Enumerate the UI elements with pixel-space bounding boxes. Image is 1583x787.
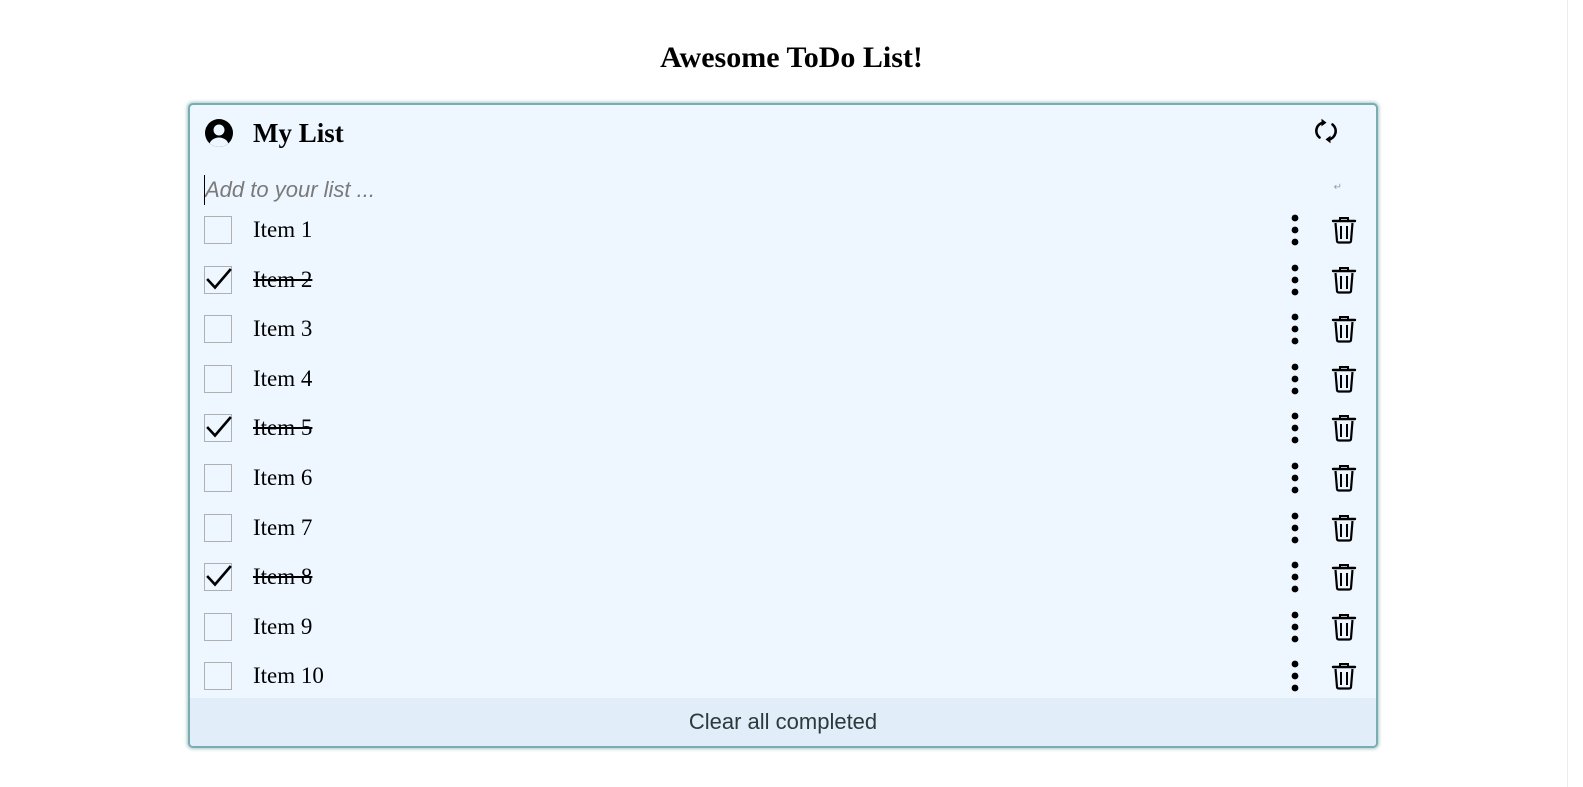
trash-icon [1331,365,1357,393]
todo-item-label: Item 3 [253,316,313,342]
delete-item-button[interactable] [1329,314,1359,344]
todo-checkbox[interactable] [204,414,232,443]
todo-item-label: Item 8 [253,564,313,590]
todo-item-label: Item 10 [253,663,324,689]
todo-item-label: Item 7 [253,514,313,540]
trash-icon [1331,415,1357,442]
list-name: My List [253,118,344,148]
clear-completed-label: Clear all completed [688,709,878,734]
item-options-button[interactable] [1285,660,1305,692]
todo-item: Item 5 [190,404,1376,454]
todo-item: Item 2 [190,256,1376,306]
todo-checkbox[interactable] [204,364,232,393]
todo-checkbox[interactable] [204,463,232,492]
todo-item: Item 4 [190,355,1376,405]
todo-item-label: Item 2 [253,266,313,292]
todo-item-label: Item 9 [253,613,313,639]
vertical-ellipsis-icon [1291,512,1299,543]
todo-item: Item 8 [190,553,1376,603]
vertical-ellipsis-icon [1291,214,1299,246]
todo-item: Item 10 [190,652,1376,702]
delete-item-button[interactable] [1329,413,1359,443]
delete-item-button[interactable] [1329,364,1359,394]
todo-checkbox[interactable] [204,265,232,294]
vertical-ellipsis-icon [1291,611,1299,643]
todo-item-label: Item 6 [253,464,313,490]
vertical-ellipsis-icon [1291,412,1299,444]
refresh-icon [1315,118,1337,144]
todo-list: Item 1 Item 2 Item 3 Item 4 Item 5 Item 6 Item… [190,206,1376,702]
delete-item-button[interactable] [1329,513,1359,543]
item-options-button[interactable] [1285,412,1305,444]
vertical-ellipsis-icon [1291,561,1299,593]
todo-item: Item 7 [190,504,1376,554]
trash-icon [1331,564,1357,591]
todo-item-label: Item 5 [253,415,313,441]
item-options-button[interactable] [1285,462,1305,494]
trash-icon [1331,464,1357,492]
item-options-button[interactable] [1285,561,1305,593]
checkmark-icon [206,267,232,290]
todo-checkbox[interactable] [204,315,232,344]
item-options-button[interactable] [1285,214,1305,246]
item-options-button[interactable] [1285,313,1305,345]
trash-icon [1331,266,1357,294]
todo-item-label: Item 1 [253,217,313,242]
item-options-button[interactable] [1285,363,1305,395]
vertical-ellipsis-icon [1291,660,1299,692]
checkmark-icon [206,565,232,587]
todo-checkbox[interactable] [204,662,232,691]
todo-checkbox[interactable] [204,563,232,592]
add-item-input[interactable] [204,175,1305,205]
todo-checkbox[interactable] [204,612,232,641]
todo-list-card: My List ↵ Item 1 Item 2 Item 3 Item 4 Item 5… [188,103,1378,748]
enter-key-icon: ↵ [1333,182,1342,193]
trash-icon [1331,316,1357,343]
vertical-ellipsis-icon [1291,462,1299,494]
card-header: My List [190,105,1376,163]
delete-item-button[interactable] [1329,562,1359,592]
vertical-ellipsis-icon [1291,363,1299,395]
page-title: Awesome ToDo List! [660,41,923,74]
delete-item-button[interactable] [1329,612,1359,642]
todo-checkbox[interactable] [204,513,232,542]
vertical-ellipsis-icon [1291,313,1299,345]
todo-item-label: Item 4 [253,365,313,391]
delete-item-button[interactable] [1329,661,1359,691]
vertical-ellipsis-icon [1291,264,1299,295]
delete-item-button[interactable] [1329,463,1359,493]
delete-item-button[interactable] [1329,265,1359,295]
item-options-button[interactable] [1285,611,1305,643]
item-options-button[interactable] [1285,264,1305,296]
todo-checkbox[interactable] [204,216,232,244]
trash-icon [1331,217,1357,244]
todo-item: Item 9 [190,603,1376,653]
checkmark-icon [206,416,232,438]
todo-item: Item 1 [190,206,1376,256]
trash-icon [1331,663,1357,690]
item-options-button[interactable] [1285,512,1305,544]
refresh-button[interactable] [1310,115,1342,147]
clear-completed-button[interactable]: Clear all completed [190,698,1376,746]
delete-item-button[interactable] [1329,215,1359,245]
trash-icon [1331,613,1357,641]
todo-item: Item 3 [190,305,1376,355]
page-scrollbar[interactable] [1567,0,1583,787]
trash-icon [1331,514,1357,542]
todo-item: Item 6 [190,454,1376,504]
user-avatar-icon [204,118,234,148]
